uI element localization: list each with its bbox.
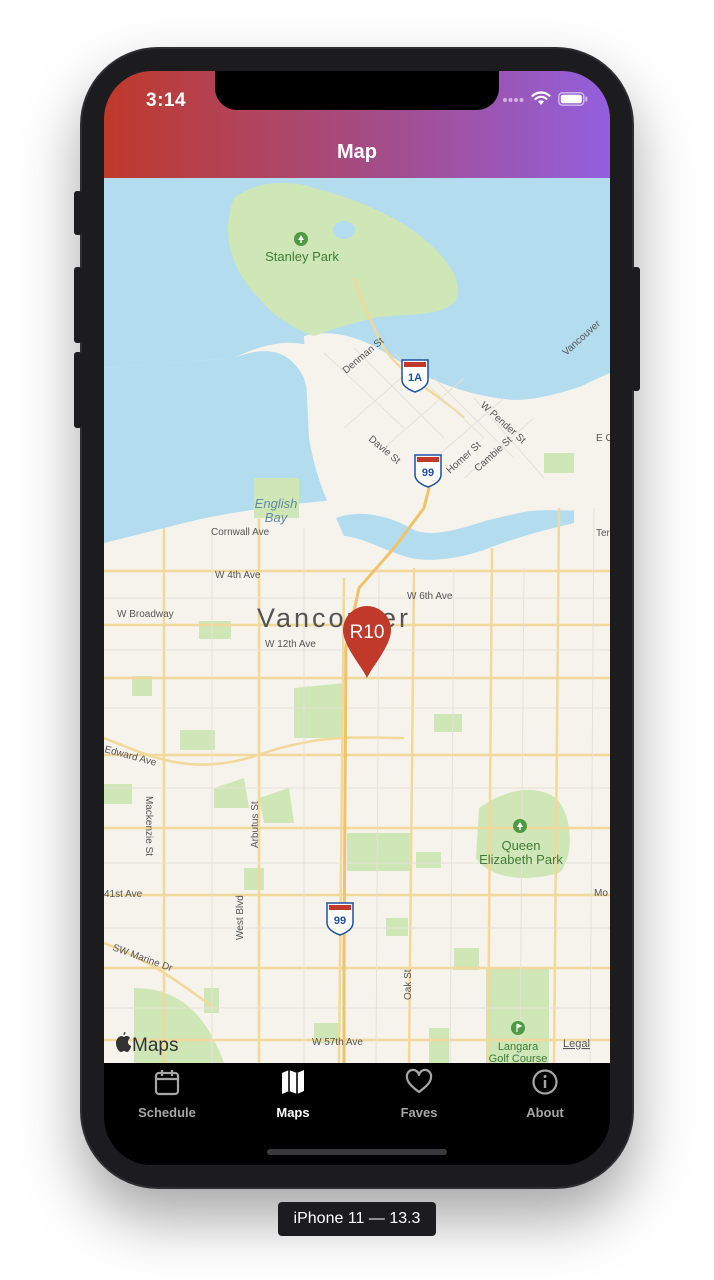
signal-icon [502, 92, 524, 110]
label-arbutus: Arbutus St [250, 801, 261, 848]
map-view[interactable]: 1A 99 99 Stanley Park English Bay Denman… [104, 178, 610, 1063]
park-block [347, 833, 412, 871]
park-block [244, 868, 264, 890]
label-stanley-park: Stanley Park [265, 249, 339, 264]
tab-maps[interactable]: Maps [230, 1063, 356, 1133]
device-label: iPhone 11 — 13.3 [278, 1202, 436, 1236]
park-pin-icon [513, 819, 527, 833]
svg-text:99: 99 [334, 915, 346, 927]
park-block [544, 453, 574, 473]
label-queen-elizabeth-2: Elizabeth Park [479, 852, 563, 867]
park-block [180, 730, 215, 750]
park-block [259, 788, 294, 823]
wifi-icon [531, 91, 551, 111]
tab-about-label: About [526, 1105, 564, 1120]
side-button-volume-up [74, 267, 82, 343]
park-block [454, 948, 479, 970]
park-pin-icon [294, 232, 308, 246]
status-icons [502, 91, 588, 111]
side-button-power [632, 267, 640, 391]
screen: 3:14 Map 1A 99 99 Stanley Park English B… [104, 71, 610, 1165]
apple-logo-icon [116, 1032, 131, 1052]
tab-faves-label: Faves [400, 1105, 438, 1120]
label-w6th: W 6th Ave [407, 591, 453, 602]
park-block [214, 778, 249, 808]
highway-shield-1a: 1A [401, 359, 429, 393]
label-w12th: W 12th Ave [265, 639, 316, 650]
label-e-edge: E C [596, 433, 610, 444]
park-block [199, 621, 231, 639]
home-indicator[interactable] [267, 1149, 447, 1155]
svg-text:1A: 1A [408, 372, 422, 384]
park-block [429, 1028, 449, 1063]
maps-attribution: Maps [116, 1032, 178, 1056]
lake-lost-lagoon [333, 221, 355, 239]
side-button-mute [74, 191, 82, 235]
calendar-icon [154, 1068, 180, 1101]
label-broadway: W Broadway [117, 609, 174, 620]
tab-about[interactable]: About [482, 1063, 608, 1133]
battery-icon [558, 91, 588, 111]
heart-icon [405, 1068, 433, 1101]
park-block [294, 683, 344, 738]
label-queen-elizabeth: Queen [501, 838, 540, 853]
label-oak: Oak St [403, 969, 414, 1000]
park-block [434, 714, 462, 732]
tab-bar: Schedule Maps Faves About [104, 1063, 610, 1165]
svg-text:R10: R10 [350, 622, 385, 643]
label-langara-2: Golf Course [489, 1053, 548, 1063]
label-41st: 41st Ave [104, 889, 143, 900]
label-w57th: W 57th Ave [312, 1037, 363, 1048]
map-icon [280, 1068, 306, 1101]
label-ter-edge: Ter [596, 528, 610, 539]
svg-text:99: 99 [422, 467, 434, 479]
legal-link[interactable]: Legal [563, 1038, 590, 1050]
tab-maps-label: Maps [276, 1105, 310, 1120]
tab-schedule-label: Schedule [138, 1105, 196, 1120]
page-title: Map [337, 141, 377, 163]
label-langara: Langara [498, 1041, 539, 1053]
tab-schedule[interactable]: Schedule [104, 1063, 230, 1133]
label-english-bay-2: Bay [265, 510, 289, 525]
device-notch [215, 71, 499, 110]
status-time: 3:14 [146, 90, 187, 111]
info-icon [531, 1068, 559, 1101]
label-english-bay: English [255, 496, 298, 511]
park-block [416, 852, 441, 868]
label-mo-edge: Mo [594, 888, 608, 899]
svg-text:Maps: Maps [132, 1035, 178, 1056]
highway-shield-99: 99 [414, 454, 442, 488]
tab-faves[interactable]: Faves [356, 1063, 482, 1133]
label-w4th: W 4th Ave [215, 570, 261, 581]
park-block [104, 784, 132, 804]
map-marker-r10[interactable]: R10 [343, 606, 391, 678]
label-west-blvd: West Blvd [235, 895, 246, 940]
side-button-volume-down [74, 352, 82, 428]
highway-shield-99: 99 [326, 902, 354, 936]
map-canvas[interactable]: 1A 99 99 Stanley Park English Bay Denman… [104, 178, 610, 1063]
park-block [386, 918, 408, 936]
label-mackenzie: Mackenzie St [143, 796, 154, 856]
label-cornwall: Cornwall Ave [211, 527, 270, 538]
golf-pin-icon [511, 1021, 525, 1035]
